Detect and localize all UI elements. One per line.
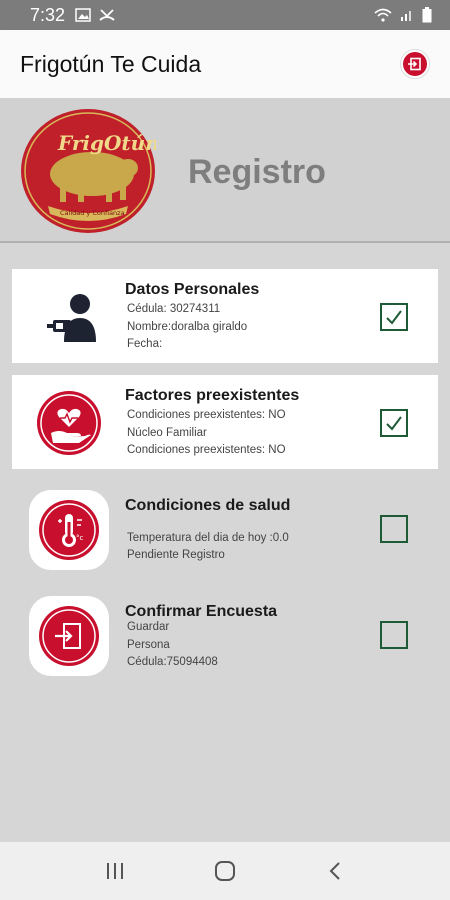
battery-icon bbox=[422, 7, 432, 23]
card-line: Nombre:doralba giraldo bbox=[127, 321, 248, 333]
heart-hand-icon bbox=[37, 391, 101, 455]
registro-header: FrigOtún Calidad y Confianza Registro bbox=[0, 98, 450, 243]
card-title: Datos Personales bbox=[125, 281, 260, 298]
recents-button[interactable] bbox=[95, 851, 135, 891]
check-icon bbox=[386, 310, 402, 325]
card-confirmar-encuesta[interactable]: Confirmar Encuesta Guardar Persona Cédul… bbox=[12, 591, 438, 685]
thermometer-tile: °c bbox=[29, 490, 109, 570]
back-button[interactable] bbox=[315, 851, 355, 891]
confirm-tile bbox=[29, 596, 109, 676]
app-title: Frigotún Te Cuida bbox=[20, 50, 202, 77]
wifi-icon bbox=[374, 8, 392, 22]
logout-button[interactable] bbox=[400, 49, 430, 79]
home-button[interactable] bbox=[205, 851, 245, 891]
datos-personales-checkbox[interactable] bbox=[380, 303, 408, 331]
card-line: Guardar bbox=[127, 621, 170, 633]
card-title: Factores preexistentes bbox=[125, 387, 300, 404]
card-line: Persona bbox=[127, 639, 170, 651]
home-icon bbox=[215, 861, 235, 881]
page-title: Registro bbox=[188, 153, 326, 191]
status-bar: 7:32 bbox=[0, 0, 450, 30]
factores-preexistentes-checkbox[interactable] bbox=[380, 409, 408, 437]
card-line: Temperatura del dia de hoy :0.0 bbox=[127, 532, 289, 544]
card-factores-preexistentes[interactable]: Factores preexistentes Condiciones preex… bbox=[12, 375, 438, 469]
card-line: Fecha: bbox=[127, 338, 163, 350]
user-id-icon bbox=[47, 294, 96, 342]
system-nav-bar bbox=[0, 842, 450, 900]
condiciones-salud-checkbox[interactable] bbox=[380, 515, 408, 543]
login-icon bbox=[39, 606, 99, 666]
svg-text:FrigOtún: FrigOtún bbox=[57, 131, 156, 155]
card-line: Cédula: 30274311 bbox=[127, 303, 221, 315]
missed-call-icon bbox=[99, 9, 115, 21]
status-time: 7:32 bbox=[30, 4, 66, 25]
back-icon bbox=[329, 862, 340, 880]
card-line: Pendiente Registro bbox=[127, 549, 225, 561]
thermometer-icon: °c bbox=[39, 500, 99, 560]
signal-icon bbox=[401, 11, 411, 21]
card-title: Confirmar Encuesta bbox=[125, 603, 278, 620]
frigotun-logo: FrigOtún Calidad y Confianza bbox=[21, 109, 156, 233]
check-icon bbox=[386, 416, 402, 431]
card-line: Núcleo Familiar bbox=[127, 427, 207, 439]
recents-icon bbox=[107, 863, 123, 879]
card-title: Condiciones de salud bbox=[125, 497, 291, 514]
card-line: Cédula:75094408 bbox=[127, 656, 218, 668]
card-datos-personales[interactable]: Datos Personales Cédula: 30274311 Nombre… bbox=[12, 269, 438, 363]
card-line: Condiciones preexistentes: NO bbox=[127, 444, 286, 456]
card-line: Condiciones preexistentes: NO bbox=[127, 409, 286, 421]
app-bar: Frigotún Te Cuida bbox=[0, 30, 450, 98]
confirmar-encuesta-checkbox[interactable] bbox=[380, 621, 408, 649]
svg-text:°c: °c bbox=[76, 534, 84, 542]
svg-text:Calidad y Confianza: Calidad y Confianza bbox=[60, 209, 125, 217]
image-icon bbox=[75, 8, 91, 22]
exit-icon bbox=[403, 52, 427, 76]
card-condiciones-salud[interactable]: °c Condiciones de salud Temperatura del … bbox=[12, 485, 438, 579]
